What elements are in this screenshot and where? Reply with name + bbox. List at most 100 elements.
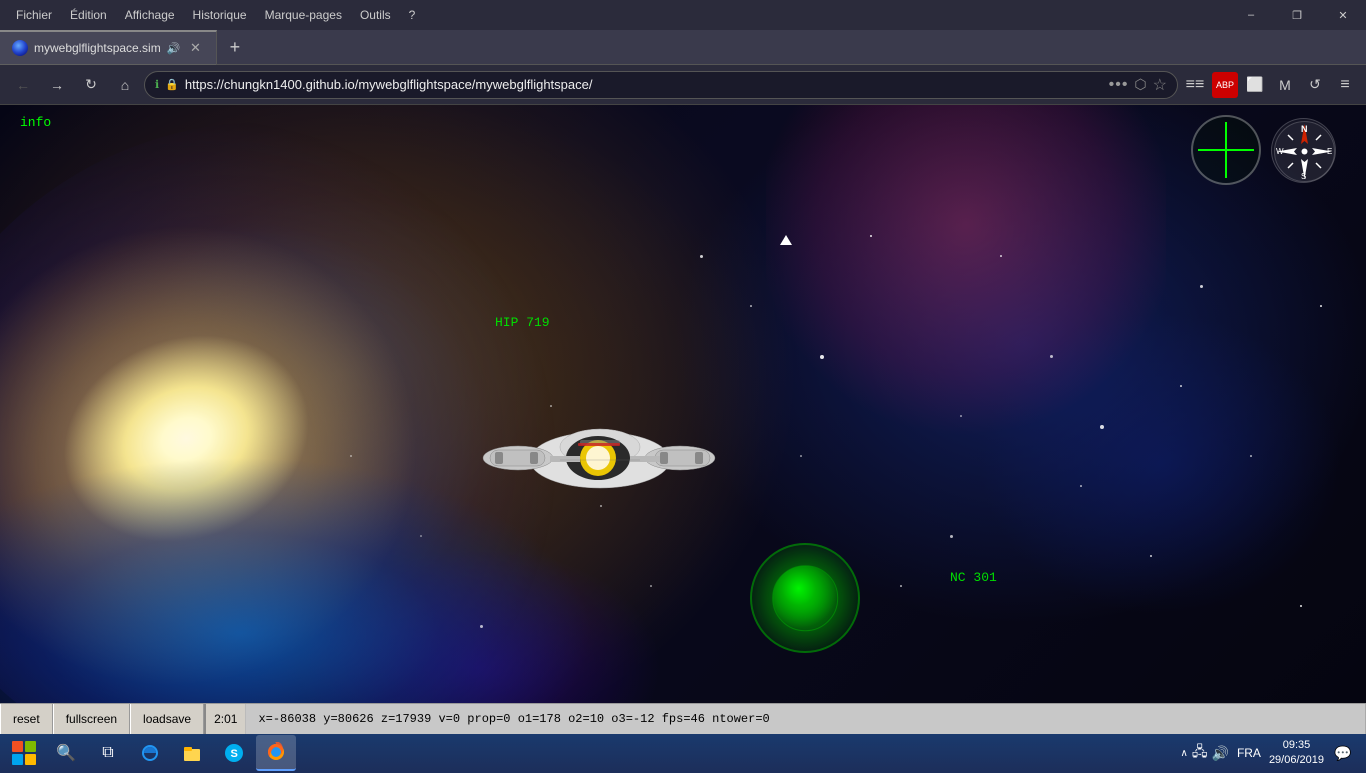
menu-affichage[interactable]: Affichage [117, 4, 183, 26]
star [1300, 605, 1302, 607]
star [950, 535, 953, 538]
star [1250, 455, 1252, 457]
taskbar-edge[interactable] [130, 735, 170, 771]
svg-text:E: E [1327, 147, 1332, 156]
star [800, 455, 802, 457]
back-button[interactable]: ← [8, 71, 38, 99]
navbar: ← → ↻ ⌂ ℹ 🔒 https://chungkn1400.github.i… [0, 65, 1366, 105]
star [1200, 285, 1203, 288]
menu-fichier[interactable]: Fichier [8, 4, 60, 26]
star [750, 305, 752, 307]
firefox-icon [266, 742, 286, 762]
tab-close-button[interactable]: ✕ [186, 39, 204, 57]
star1-label: HIP 719 [495, 315, 550, 330]
svg-text:W: W [1276, 147, 1284, 156]
reader-icon[interactable]: ⬜ [1242, 72, 1268, 98]
star [870, 235, 872, 237]
lock-icon: ℹ [155, 78, 159, 91]
new-tab-button[interactable]: + [217, 30, 252, 65]
menu-historique[interactable]: Historique [185, 4, 255, 26]
logo-q2 [25, 741, 36, 752]
notification-button[interactable]: 💬 [1328, 735, 1358, 771]
star2-label: NC 301 [950, 570, 997, 585]
crosshair-hud [1191, 115, 1261, 185]
taskbar-search[interactable]: 🔍 [46, 735, 86, 771]
star [480, 625, 483, 628]
star [1180, 385, 1182, 387]
star [420, 535, 422, 537]
active-tab[interactable]: mywebglflightspace.sim 🔊 ✕ [0, 30, 217, 65]
language-label: FRA [1233, 746, 1265, 760]
adblock-icon[interactable]: ABP [1212, 72, 1238, 98]
pointer-triangle [780, 235, 792, 245]
menu-help[interactable]: ? [401, 4, 424, 26]
skype-icon: S [224, 743, 244, 763]
task-view-icon: ⧉ [102, 744, 113, 762]
logo-q3 [12, 754, 23, 765]
home-button[interactable]: ⌂ [110, 71, 140, 99]
window-controls: – ❐ ✕ [1228, 0, 1366, 30]
titlebar: Fichier Édition Affichage Historique Mar… [0, 0, 1366, 30]
logo-q4 [25, 754, 36, 765]
taskbar-firefox[interactable] [256, 735, 296, 771]
star [650, 585, 652, 587]
star [1050, 355, 1053, 358]
browser-menu-icon[interactable]: ≡ [1332, 72, 1358, 98]
explorer-icon [182, 743, 202, 763]
sync-icon[interactable]: ↺ [1302, 72, 1328, 98]
hud-top-right: N S E W [1191, 115, 1336, 185]
tray-expand-icon[interactable]: ∧ [1181, 748, 1188, 759]
permission-icon: 🔒 [165, 78, 179, 91]
star [1000, 255, 1002, 257]
star [1320, 305, 1322, 307]
url-bar[interactable]: ℹ 🔒 https://chungkn1400.github.io/mywebg… [144, 71, 1178, 99]
forward-button[interactable]: → [42, 71, 72, 99]
url-text: https://chungkn1400.github.io/mywebglfli… [185, 77, 1103, 92]
start-button[interactable] [4, 735, 44, 771]
menu-edition[interactable]: Édition [62, 4, 115, 26]
svg-text:N: N [1301, 124, 1308, 134]
info-label: info [20, 115, 51, 130]
tabbar: mywebglflightspace.sim 🔊 ✕ + [0, 30, 1366, 65]
radar-circle [750, 543, 860, 653]
fullscreen-button[interactable]: fullscreen [53, 704, 130, 734]
star [900, 585, 902, 587]
status-coords: x=-86038 y=80626 z=17939 v=0 prop=0 o1=1… [246, 704, 1366, 734]
star [350, 455, 352, 457]
mail-icon[interactable]: M [1272, 72, 1298, 98]
taskbar-explorer[interactable] [172, 735, 212, 771]
tab-favicon [12, 40, 28, 56]
system-tray: ∧ 🖧 🔊 FRA 09:35 29/06/2019 💬 [1177, 735, 1362, 771]
close-button[interactable]: ✕ [1320, 0, 1366, 30]
edge-icon [140, 743, 160, 763]
logo-q1 [12, 741, 23, 752]
game-area[interactable]: info HIP 719 NC 301 [0, 105, 1366, 703]
game-time: 2:01 [204, 704, 246, 734]
star [820, 355, 824, 359]
menu-marque-pages[interactable]: Marque-pages [257, 4, 350, 26]
star [1080, 485, 1082, 487]
svg-text:S: S [1301, 172, 1306, 181]
star [1150, 555, 1152, 557]
menu-bar: Fichier Édition Affichage Historique Mar… [0, 4, 1228, 26]
taskbar-apps: 🔍 ⧉ S [46, 735, 1175, 771]
radar-display [750, 543, 860, 653]
menu-outils[interactable]: Outils [352, 4, 399, 26]
taskbar-task-view[interactable]: ⧉ [88, 735, 128, 771]
windows-taskbar: 🔍 ⧉ S [0, 733, 1366, 773]
statusbar: reset fullscreen loadsave 2:01 x=-86038 … [0, 703, 1366, 733]
url-more-icon: ••• [1109, 76, 1129, 94]
reload-button[interactable]: ↻ [76, 71, 106, 99]
network-icon: 🖧 [1192, 741, 1208, 765]
loadsave-button[interactable]: loadsave [130, 704, 204, 734]
reset-button[interactable]: reset [0, 704, 53, 734]
taskbar-skype[interactable]: S [214, 735, 254, 771]
library-icon[interactable]: ≡≡ [1182, 72, 1208, 98]
tab-audio-icon: 🔊 [167, 42, 181, 55]
maximize-button[interactable]: ❐ [1274, 0, 1320, 30]
compass-rose: N S E W [1271, 118, 1336, 183]
windows-logo [12, 741, 36, 765]
minimize-button[interactable]: – [1228, 0, 1274, 30]
star [1100, 425, 1104, 429]
volume-icon[interactable]: 🔊 [1212, 745, 1229, 762]
